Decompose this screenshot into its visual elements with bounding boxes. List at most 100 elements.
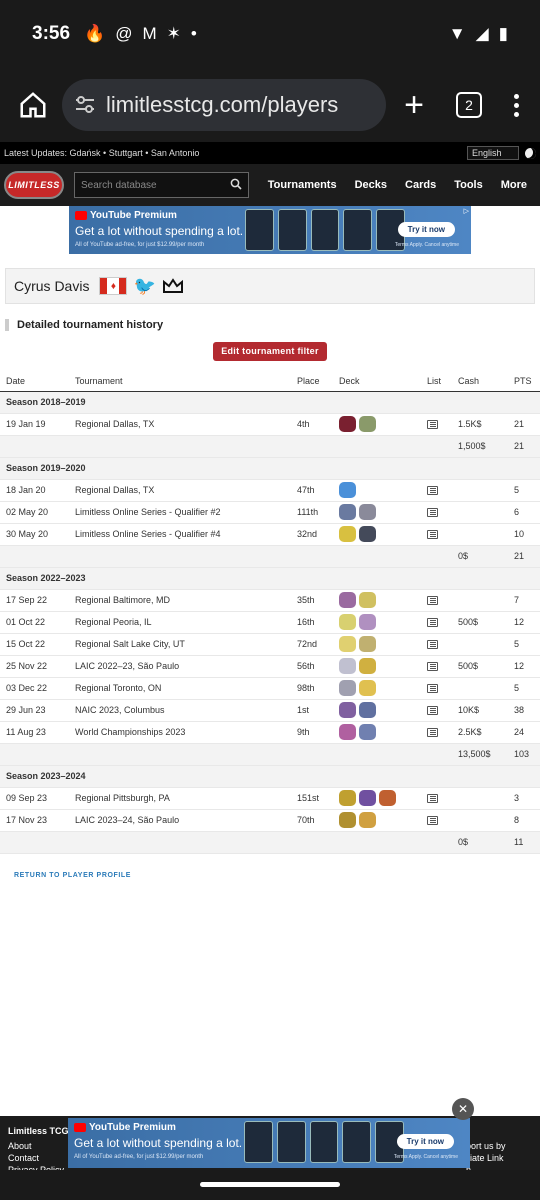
nav-tournaments[interactable]: Tournaments [259, 179, 346, 191]
banner-ad[interactable]: YouTube Premium Get a lot without spendi… [69, 206, 471, 254]
new-tab-icon[interactable]: + [396, 87, 432, 123]
deck-icons[interactable] [339, 702, 421, 718]
decklist-icon[interactable] [427, 595, 438, 605]
place-cell[interactable]: 32nd [291, 523, 333, 546]
decklist-icon[interactable] [427, 705, 438, 715]
tournament-link[interactable]: Regional Pittsburgh, PA [69, 787, 291, 810]
menu-icon[interactable] [506, 93, 526, 117]
nav-cards[interactable]: Cards [396, 179, 445, 191]
nav-decks[interactable]: Decks [346, 179, 396, 191]
tournament-link[interactable]: Regional Dallas, TX [69, 479, 291, 502]
tournament-link[interactable]: Limitless Online Series - Qualifier #4 [69, 523, 291, 546]
tournament-link[interactable]: World Championships 2023 [69, 721, 291, 744]
place-cell[interactable]: 47th [291, 479, 333, 502]
header-pts[interactable]: PTS [508, 371, 540, 392]
deck-icons[interactable] [339, 504, 421, 520]
decklist-icon[interactable] [427, 727, 438, 737]
deck-icons[interactable] [339, 724, 421, 740]
tournament-link[interactable]: NAIC 2023, Columbus [69, 699, 291, 722]
close-ad-icon[interactable]: ✕ [452, 1098, 474, 1120]
tournament-link[interactable]: Regional Peoria, IL [69, 611, 291, 634]
deck-cell[interactable] [333, 655, 421, 678]
search-icon[interactable] [230, 178, 242, 193]
place-cell[interactable]: 98th [291, 677, 333, 700]
return-to-profile-link[interactable]: RETURN TO PLAYER PROFILE [14, 872, 540, 879]
dark-mode-icon[interactable] [525, 147, 536, 159]
deck-cell[interactable] [333, 809, 421, 832]
site-settings-icon[interactable] [74, 95, 96, 115]
deck-cell[interactable] [333, 699, 421, 722]
sticky-bottom-ad[interactable]: YouTube Premium Get a lot without spendi… [68, 1118, 470, 1168]
deck-icons[interactable] [339, 790, 421, 806]
decklist-icon[interactable] [427, 529, 438, 539]
deck-cell[interactable] [333, 787, 421, 810]
deck-icons[interactable] [339, 526, 421, 542]
home-icon[interactable] [14, 86, 52, 124]
deck-icons[interactable] [339, 416, 421, 432]
ad2-cta-button[interactable]: Try it now [396, 1134, 454, 1149]
search-input[interactable]: Search database [73, 172, 249, 198]
tournament-link[interactable]: Limitless Online Series - Qualifier #2 [69, 501, 291, 524]
deck-icons[interactable] [339, 636, 421, 652]
site-logo[interactable]: LIMITLESS [4, 171, 64, 199]
decklist-icon[interactable] [427, 617, 438, 627]
place-cell[interactable]: 56th [291, 655, 333, 678]
place-cell[interactable]: 9th [291, 721, 333, 744]
adchoices-icon[interactable]: ▷ [464, 207, 469, 215]
place-cell[interactable]: 111th [291, 501, 333, 524]
decklist-icon[interactable] [427, 661, 438, 671]
footer-link-contact[interactable]: Contact [8, 1153, 39, 1163]
place-cell[interactable]: 72nd [291, 633, 333, 656]
tournament-link[interactable]: LAIC 2022–23, São Paulo [69, 655, 291, 678]
header-cash[interactable]: Cash [452, 371, 508, 392]
deck-cell[interactable] [333, 413, 421, 436]
deck-icons[interactable] [339, 482, 421, 498]
decklist-icon[interactable] [427, 485, 438, 495]
decklist-icon[interactable] [427, 815, 438, 825]
decklist-icon[interactable] [427, 793, 438, 803]
latest-updates-text[interactable]: Latest Updates: Gdańsk • Stuttgart • San… [4, 148, 199, 158]
language-select[interactable]: English [467, 146, 519, 160]
place-cell[interactable]: 16th [291, 611, 333, 634]
home-gesture-handle[interactable] [200, 1182, 340, 1187]
deck-cell[interactable] [333, 611, 421, 634]
decklist-icon[interactable] [427, 683, 438, 693]
tournament-link[interactable]: Regional Toronto, ON [69, 677, 291, 700]
tournament-link[interactable]: Regional Dallas, TX [69, 413, 291, 436]
deck-cell[interactable] [333, 677, 421, 700]
tab-switcher-button[interactable]: 2 [456, 92, 482, 118]
decklist-icon[interactable] [427, 419, 438, 429]
decklist-icon[interactable] [427, 507, 438, 517]
deck-icons[interactable] [339, 812, 421, 828]
deck-cell[interactable] [333, 589, 421, 612]
header-tournament[interactable]: Tournament [69, 371, 291, 392]
place-cell[interactable]: 1st [291, 699, 333, 722]
footer-affiliate-text[interactable]: iliate Link [466, 1153, 504, 1163]
deck-cell[interactable] [333, 721, 421, 744]
deck-icons[interactable] [339, 680, 421, 696]
nav-more[interactable]: More [492, 179, 536, 191]
ad-cta-button[interactable]: Try it now [397, 222, 455, 237]
decklist-icon[interactable] [427, 639, 438, 649]
place-cell[interactable]: 151st [291, 787, 333, 810]
twitter-icon[interactable]: 🐦 [133, 276, 155, 297]
deck-icons[interactable] [339, 658, 421, 674]
place-cell[interactable]: 4th [291, 413, 333, 436]
deck-cell[interactable] [333, 633, 421, 656]
nav-tools[interactable]: Tools [445, 179, 492, 191]
place-cell[interactable]: 35th [291, 589, 333, 612]
deck-icons[interactable] [339, 592, 421, 608]
edit-filter-button[interactable]: Edit tournament filter [213, 342, 327, 361]
place-cell[interactable]: 70th [291, 809, 333, 832]
header-place[interactable]: Place [291, 371, 333, 392]
tournament-link[interactable]: Regional Baltimore, MD [69, 589, 291, 612]
header-date[interactable]: Date [0, 371, 69, 392]
deck-cell[interactable] [333, 479, 421, 502]
deck-cell[interactable] [333, 523, 421, 546]
tournament-link[interactable]: LAIC 2023–24, São Paulo [69, 809, 291, 832]
deck-cell[interactable] [333, 501, 421, 524]
footer-link-about[interactable]: About [8, 1141, 32, 1151]
address-bar[interactable]: limitlesstcg.com/players [62, 79, 386, 131]
tournament-link[interactable]: Regional Salt Lake City, UT [69, 633, 291, 656]
deck-icons[interactable] [339, 614, 421, 630]
